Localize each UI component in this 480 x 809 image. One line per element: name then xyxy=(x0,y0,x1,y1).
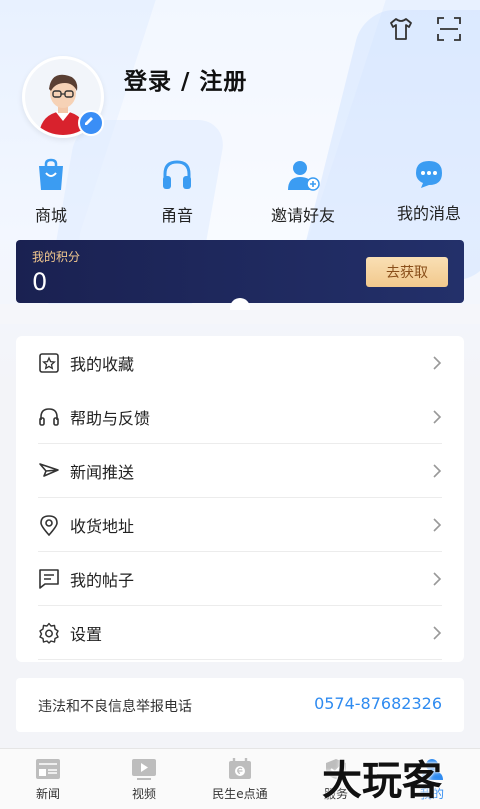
tab-news[interactable]: 新闻 xyxy=(0,757,96,802)
chevron-right-icon xyxy=(433,626,442,640)
report-hotline-phone[interactable]: 0574-87682326 xyxy=(314,694,442,713)
menu-item-label: 我的收藏 xyxy=(70,355,135,374)
quick-action-messages[interactable]: 我的消息 xyxy=(374,158,480,224)
shirt-icon[interactable] xyxy=(388,16,414,42)
get-points-button[interactable]: 去获取 xyxy=(366,257,448,287)
quick-action-label: 商城 xyxy=(34,206,67,225)
points-value: 0 xyxy=(32,268,48,296)
settings-menu: 我的收藏 帮助与反馈 新闻推送 收货地址 我的帖子 设置 xyxy=(16,336,464,662)
calendar-e-icon xyxy=(229,758,251,779)
menu-item-favorites[interactable]: 我的收藏 xyxy=(16,336,464,390)
tab-label: 视频 xyxy=(131,787,156,801)
headset-icon xyxy=(39,408,59,426)
chevron-right-icon xyxy=(433,356,442,370)
quick-action-audio[interactable]: 甬音 xyxy=(122,158,232,226)
headphones-icon xyxy=(163,160,191,189)
menu-item-label: 我的帖子 xyxy=(70,571,135,590)
chevron-right-icon xyxy=(433,464,442,478)
edit-avatar-button[interactable] xyxy=(78,110,104,136)
send-icon xyxy=(39,463,59,477)
menu-item-news-push[interactable]: 新闻推送 xyxy=(16,444,464,498)
menu-item-my-posts[interactable]: 我的帖子 xyxy=(16,552,464,606)
report-hotline-label: 违法和不良信息举报电话 xyxy=(38,699,192,715)
gear-icon xyxy=(39,622,59,644)
news-icon xyxy=(36,759,60,779)
shopping-bag-icon xyxy=(39,158,63,190)
tab-video[interactable]: 视频 xyxy=(96,757,192,802)
menu-item-label: 新闻推送 xyxy=(70,463,135,482)
menu-item-help-feedback[interactable]: 帮助与反馈 xyxy=(16,390,464,444)
tab-label: 民生e点通 xyxy=(212,787,268,801)
login-register-link[interactable]: 登录 / 注册 xyxy=(124,62,247,96)
menu-item-label: 帮助与反馈 xyxy=(70,409,151,428)
chevron-right-icon xyxy=(433,410,442,424)
points-card: 我的积分 0 去获取 xyxy=(16,240,464,303)
tab-label: 新闻 xyxy=(35,787,60,801)
invite-user-icon xyxy=(288,161,320,191)
watermark: 大玩客 xyxy=(322,758,442,804)
star-box-icon xyxy=(39,353,59,373)
quick-action-mall[interactable]: 商城 xyxy=(0,158,106,226)
report-hotline-row: 违法和不良信息举报电话 0574-87682326 xyxy=(16,678,464,732)
chevron-right-icon xyxy=(433,572,442,586)
menu-item-label: 设置 xyxy=(70,625,103,644)
menu-item-settings[interactable]: 设置 xyxy=(16,606,464,660)
scan-icon[interactable] xyxy=(436,16,462,42)
location-pin-icon xyxy=(40,515,58,536)
quick-action-label: 邀请好友 xyxy=(270,206,335,225)
quick-action-label: 甬音 xyxy=(160,206,193,225)
pencil-icon xyxy=(85,117,93,125)
quick-action-label: 我的消息 xyxy=(396,204,461,223)
post-icon xyxy=(39,569,59,589)
menu-item-label: 收货地址 xyxy=(70,517,135,536)
quick-action-invite[interactable]: 邀请好友 xyxy=(248,158,358,226)
points-label: 我的积分 xyxy=(32,250,81,264)
menu-item-shipping-address[interactable]: 收货地址 xyxy=(16,498,464,552)
video-icon xyxy=(132,759,156,780)
tab-minsheng[interactable]: 民生e点通 xyxy=(192,757,288,802)
chevron-right-icon xyxy=(433,518,442,532)
message-bubble-icon xyxy=(416,161,442,188)
